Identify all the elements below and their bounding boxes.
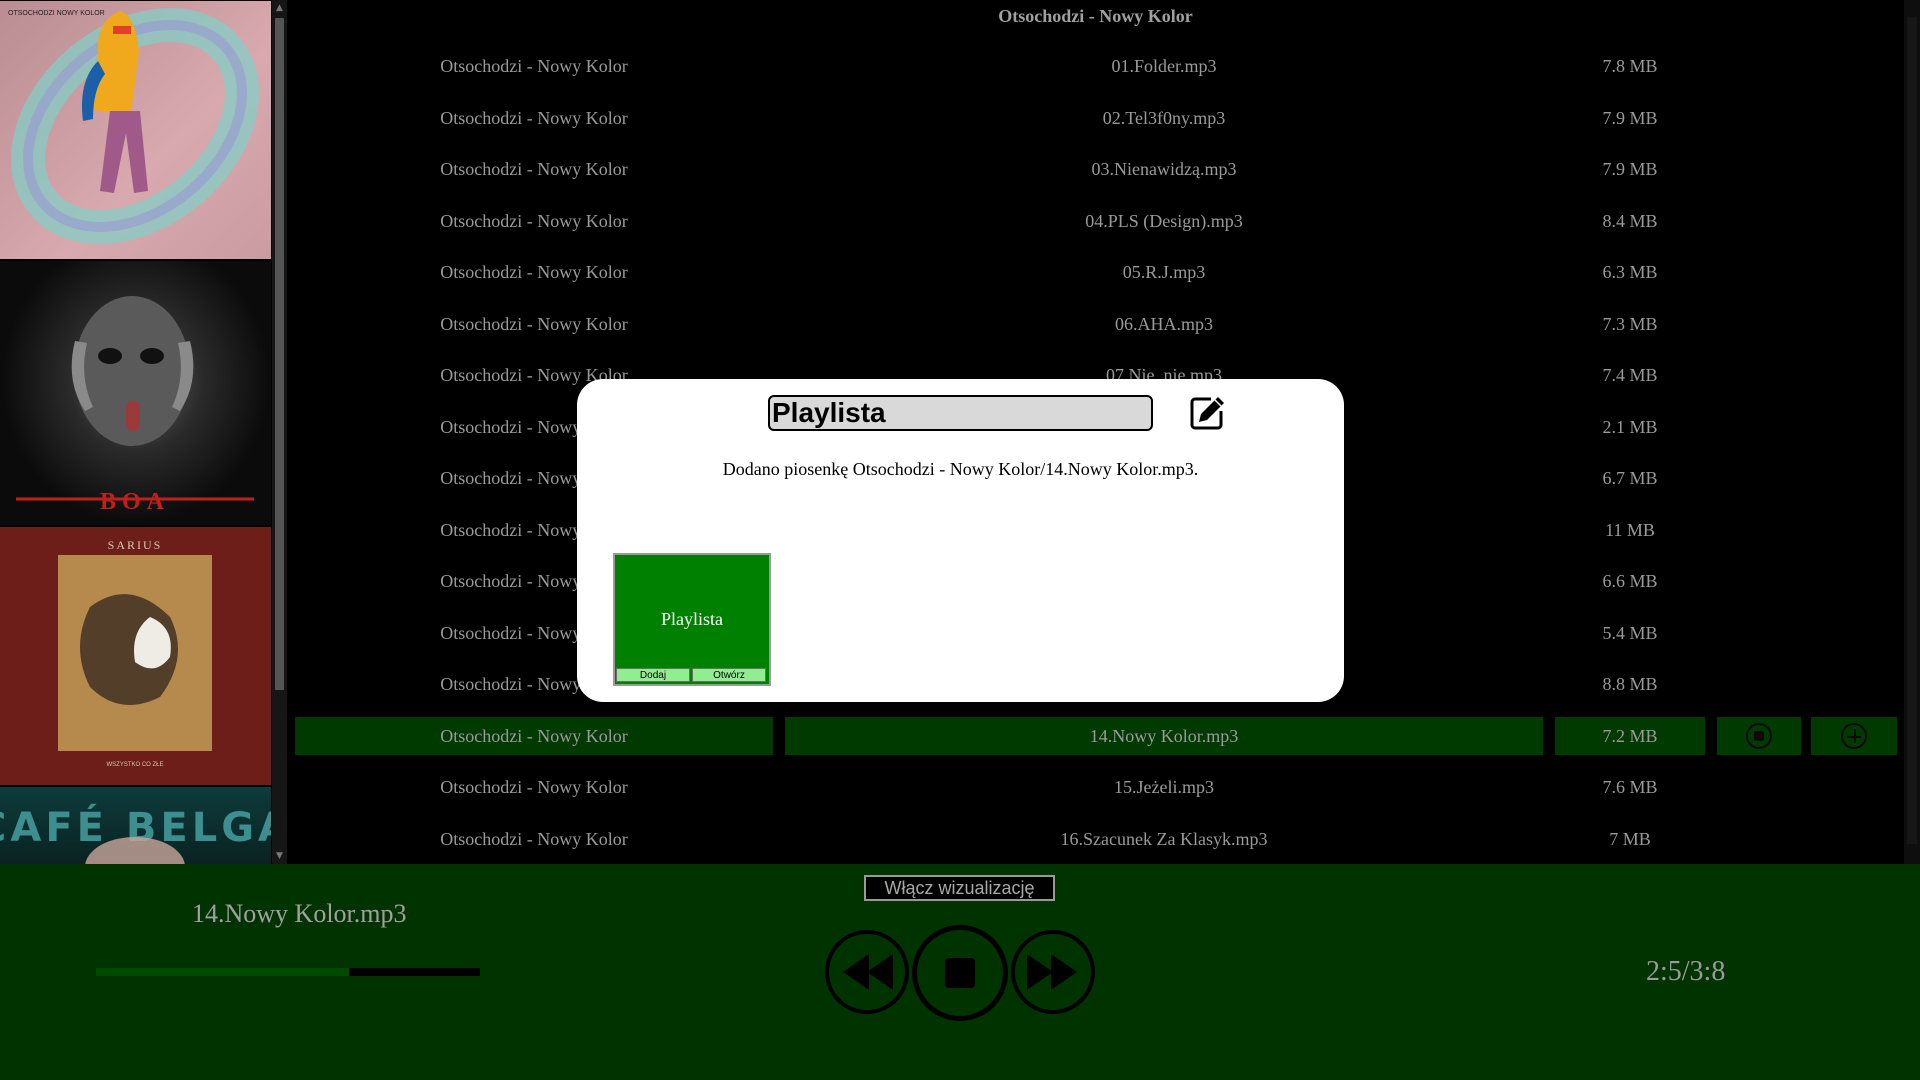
track-size: 5.4 MB [1602, 623, 1658, 643]
track-row[interactable]: Otsochodzi - Nowy Kolor 05.R.J.mp3 6.3 MB [287, 253, 1904, 291]
track-row[interactable]: Otsochodzi - Nowy Kolor 15.Jeżeli.mp3 7.6 … [287, 768, 1904, 806]
playlist-name-input[interactable]: Playlista [768, 395, 1153, 431]
add-to-playlist-row-button[interactable] [1811, 717, 1897, 755]
plus-circle-icon [1841, 723, 1867, 749]
modal-message: Dodano piosenkę Otsochodzi - Nowy Kolor/… [722, 459, 1199, 479]
stop-icon [945, 958, 975, 988]
fast-forward-button[interactable] [1011, 930, 1095, 1014]
rewind-button[interactable] [825, 930, 909, 1014]
track-album: Otsochodzi - Nowy Kolor [440, 108, 628, 128]
album-covers-sidebar: OTSOCHODZI NOWY KOLOR BOA SARIUS WSZYSTK… [0, 0, 272, 864]
track-size: 7 MB [1609, 829, 1651, 849]
track-size: 7.6 MB [1602, 777, 1658, 797]
track-size: 7.2 MB [1555, 717, 1705, 755]
track-album: Otsochodzi - Nowy Kolor [295, 717, 773, 755]
track-title: 03.Nienawidzą.mp3 [1091, 159, 1237, 179]
track-size: 7.9 MB [1602, 108, 1658, 128]
visualization-toggle-button[interactable]: Włącz wizualizację [864, 875, 1055, 901]
track-size: 6.7 MB [1602, 468, 1658, 488]
cover3-title: SARIUS [108, 538, 163, 552]
scroll-down-arrow-icon[interactable]: ▼ [275, 851, 284, 861]
stop-circle-icon [1746, 723, 1772, 749]
sidebar-scroll-thumb[interactable] [275, 18, 284, 690]
playback-time: 2:5/3:8 [1646, 956, 1726, 987]
track-album: Otsochodzi - Nowy Kolor [440, 829, 628, 849]
rewind-icon [843, 954, 893, 990]
album-cover-boa[interactable]: BOA [0, 261, 271, 525]
track-title: 14.Nowy Kolor.mp3 [785, 717, 1543, 755]
track-title: 16.Szacunek Za Klasyk.mp3 [1060, 829, 1268, 849]
track-list-scroll-thumb[interactable] [1907, 17, 1917, 844]
playlist-card-name: Playlista [661, 609, 723, 629]
stop-button[interactable] [912, 925, 1008, 1021]
track-album: Otsochodzi - Nowy Kolor [440, 314, 628, 334]
album-cover-cafe-belga[interactable]: CAFÉ BELGA [0, 787, 271, 864]
cover1-label: OTSOCHODZI NOWY KOLOR [8, 10, 105, 17]
edit-icon[interactable] [1187, 393, 1227, 433]
track-album: Otsochodzi - Nowy Kolor [440, 262, 628, 282]
track-size: 8.4 MB [1602, 211, 1658, 231]
track-row[interactable]: Otsochodzi - Nowy Kolor 14.Nowy Kolor.mp3… [287, 717, 1904, 755]
track-size: 7.8 MB [1602, 56, 1658, 76]
stop-track-button[interactable] [1717, 717, 1801, 755]
track-row[interactable]: Otsochodzi - Nowy Kolor 01.Folder.mp3 7.8 … [287, 47, 1904, 85]
album-cover-sarius[interactable]: SARIUS WSZYSTKO CO ZŁE [0, 527, 271, 785]
track-title: 15.Jeżeli.mp3 [1114, 777, 1214, 797]
add-to-playlist-button[interactable]: Dodaj [616, 668, 690, 682]
album-header: Otsochodzi - Nowy Kolor [998, 6, 1193, 26]
track-size: 6.3 MB [1602, 262, 1658, 282]
track-row[interactable]: Otsochodzi - Nowy Kolor 16.Szacunek Za Kl… [287, 820, 1904, 858]
album-cover-nowy-kolor[interactable]: OTSOCHODZI NOWY KOLOR [0, 1, 271, 259]
scroll-up-arrow-icon[interactable]: ▲ [275, 3, 284, 13]
track-title: 04.PLS (Design).mp3 [1085, 211, 1243, 231]
progress-bar[interactable] [96, 968, 480, 976]
cover2-label: BOA [100, 489, 170, 515]
track-title: 06.AHA.mp3 [1115, 314, 1213, 334]
open-playlist-button[interactable]: Otwórz [692, 668, 766, 682]
progress-fill [96, 968, 350, 976]
track-row[interactable]: Otsochodzi - Nowy Kolor 06.AHA.mp3 7.3 MB [287, 305, 1904, 343]
track-list-scrollbar[interactable] [1904, 0, 1920, 864]
track-title: 05.R.J.mp3 [1122, 262, 1206, 282]
now-playing-title: 14.Nowy Kolor.mp3 [192, 899, 407, 928]
track-size: 7.9 MB [1602, 159, 1658, 179]
playlist-modal: Playlista Dodano piosenkę Otsochodzi - N… [577, 379, 1344, 702]
track-album: Otsochodzi - Nowy Kolor [440, 211, 628, 231]
cover3-subtitle: WSZYSTKO CO ZŁE [106, 762, 163, 768]
track-row[interactable]: Otsochodzi - Nowy Kolor 02.Tel3f0ny.mp3 7.… [287, 99, 1904, 137]
track-size: 7.3 MB [1602, 314, 1658, 334]
track-size: 8.8 MB [1602, 674, 1658, 694]
track-album: Otsochodzi - Nowy Kolor [440, 56, 628, 76]
track-size: 2.1 MB [1602, 417, 1658, 437]
fast-forward-icon [1027, 954, 1077, 990]
track-size: 6.6 MB [1602, 571, 1658, 591]
track-title: 02.Tel3f0ny.mp3 [1102, 108, 1226, 128]
playlist-card[interactable]: Playlista Dodaj Otwórz [613, 553, 771, 686]
track-album: Otsochodzi - Nowy Kolor [440, 159, 628, 179]
track-size: 7.4 MB [1602, 365, 1658, 385]
track-row[interactable]: Otsochodzi - Nowy Kolor 03.Nienawidzą.mp3… [287, 150, 1904, 188]
track-size: 11 MB [1605, 520, 1655, 540]
track-title: 01.Folder.mp3 [1111, 56, 1217, 76]
sidebar-scrollbar[interactable]: ▲ ▼ [272, 0, 287, 864]
track-album: Otsochodzi - Nowy Kolor [440, 777, 628, 797]
track-row[interactable]: Otsochodzi - Nowy Kolor 04.PLS (Design).m… [287, 202, 1904, 240]
